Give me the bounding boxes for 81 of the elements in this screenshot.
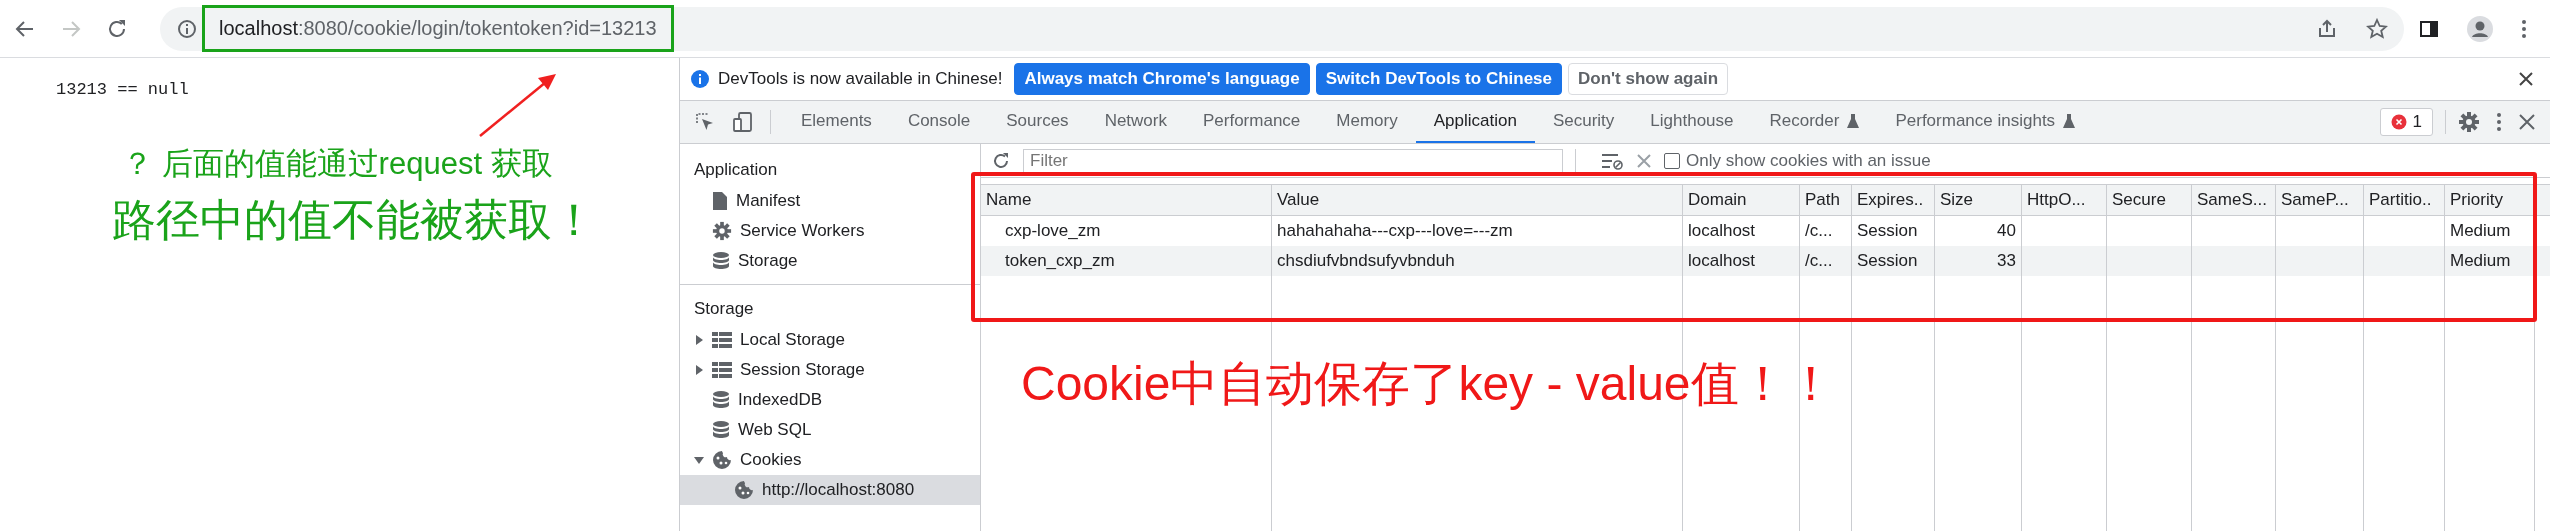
sidebar-item[interactable]: Storage [680,246,980,276]
collapsed-arrow-icon [694,365,704,375]
table-cell: Session [1852,246,1935,276]
gear-icon [712,221,732,241]
database-icon [712,390,730,410]
tab[interactable]: Memory [1318,101,1416,143]
sidebar-item[interactable]: Local Storage [680,325,980,355]
close-icon[interactable] [2518,113,2536,131]
table-cell: chsdiufvbndsufyvbnduh [1272,246,1683,276]
infobar-message: DevTools is now available in Chinese! [718,69,1003,89]
profile-icon[interactable] [2466,14,2494,43]
info-icon [176,17,198,40]
address-bar[interactable]: localhost:8080/cookie/login/tokentoken?id=13213 [160,6,2404,51]
tab[interactable]: Console [889,101,989,143]
table-cell: 33 [1935,246,2022,276]
column-header[interactable]: Secure [2107,185,2192,215]
info-icon [690,69,710,89]
table-cell: token_cxp_zm [981,246,1272,276]
close-icon[interactable] [2518,71,2534,87]
url-text: localhost:8080/cookie/login/tokentoken?id=13213 [219,17,657,40]
annotation-text: ？ 后面的值能通过request 获取 [122,145,553,183]
sidebar-item[interactable]: Session Storage [680,355,980,385]
infobar-button[interactable]: Always match Chrome's language [1014,63,1310,95]
column-header[interactable]: Partitio.. [2364,185,2445,215]
cookie-icon [734,480,754,500]
infobar-button[interactable]: Don't show again [1568,63,1729,95]
checkbox[interactable] [1664,152,1680,169]
column-header[interactable]: Domain [1683,185,1800,215]
database-icon [712,251,730,271]
tab[interactable]: Recorder [1751,101,1878,143]
column-header[interactable]: Size [1935,185,2022,215]
sidebar-item[interactable]: Cookies [680,445,980,475]
cookie-icon [712,450,732,470]
annotation-text: 路径中的值不能被获取！ [112,194,596,246]
column-header[interactable]: Path [1800,185,1852,215]
tab[interactable]: Performance [1185,101,1319,143]
section-heading: Storage [693,298,755,320]
menu-icon[interactable] [2520,17,2528,40]
expanded-arrow-icon [694,455,704,465]
refresh-icon[interactable] [991,150,1011,171]
reload-icon[interactable] [106,17,128,40]
annotation-text: Cookie中自动保存了key - value值！！ [1021,356,1835,412]
page-output-text: 13213 == null [56,80,189,99]
collapsed-arrow-icon [694,335,704,345]
document-icon [712,191,728,211]
tab[interactable]: Lighthouse [1632,101,1752,143]
sidebar-item[interactable]: http://localhost:8080 [680,475,980,505]
error-count-badge[interactable]: 1 [2379,108,2433,136]
sidebar-item[interactable]: Manifest [680,186,980,216]
device-toolbar-icon[interactable] [732,111,754,133]
database-icon [712,420,730,440]
share-icon[interactable] [2316,17,2338,40]
table-icon [712,331,732,349]
error-icon [2390,114,2407,130]
sidebar-item[interactable]: IndexedDB [680,385,980,415]
table-cell: Medium [2445,246,2535,276]
more-options-icon[interactable] [2496,112,2502,132]
column-header[interactable]: Expires.. [1852,185,1935,215]
filter-field[interactable]: Filter [1023,148,1563,173]
section-heading: Application [693,159,779,181]
tab[interactable]: Sources [988,101,1087,143]
column-header[interactable]: SameP... [2276,185,2364,215]
table-cell: /c... [1800,246,1852,276]
sidebar-item[interactable]: Service Workers [680,216,980,246]
tab[interactable]: Application [1415,101,1535,143]
column-header[interactable]: Priority [2445,185,2535,215]
tab[interactable]: Network [1086,101,1185,143]
column-header[interactable]: HttpO... [2022,185,2107,215]
checkbox-label: Only show cookies with an issue [1686,150,1931,171]
tab[interactable]: Performance insights [1877,101,2094,143]
table-cell: localhost [1683,246,1800,276]
star-icon[interactable] [2366,17,2388,40]
clear-icon[interactable] [1636,152,1652,169]
column-header[interactable]: SameS... [2192,185,2276,215]
column-header[interactable]: Name [981,185,1272,215]
sidebar-item[interactable]: Web SQL [680,415,980,445]
tab[interactable]: Security [1534,101,1633,143]
column-header[interactable]: Value [1272,185,1683,215]
tab[interactable]: Elements [783,101,890,143]
table-icon [712,361,732,379]
infobar-button[interactable]: Switch DevTools to Chinese [1315,63,1562,95]
